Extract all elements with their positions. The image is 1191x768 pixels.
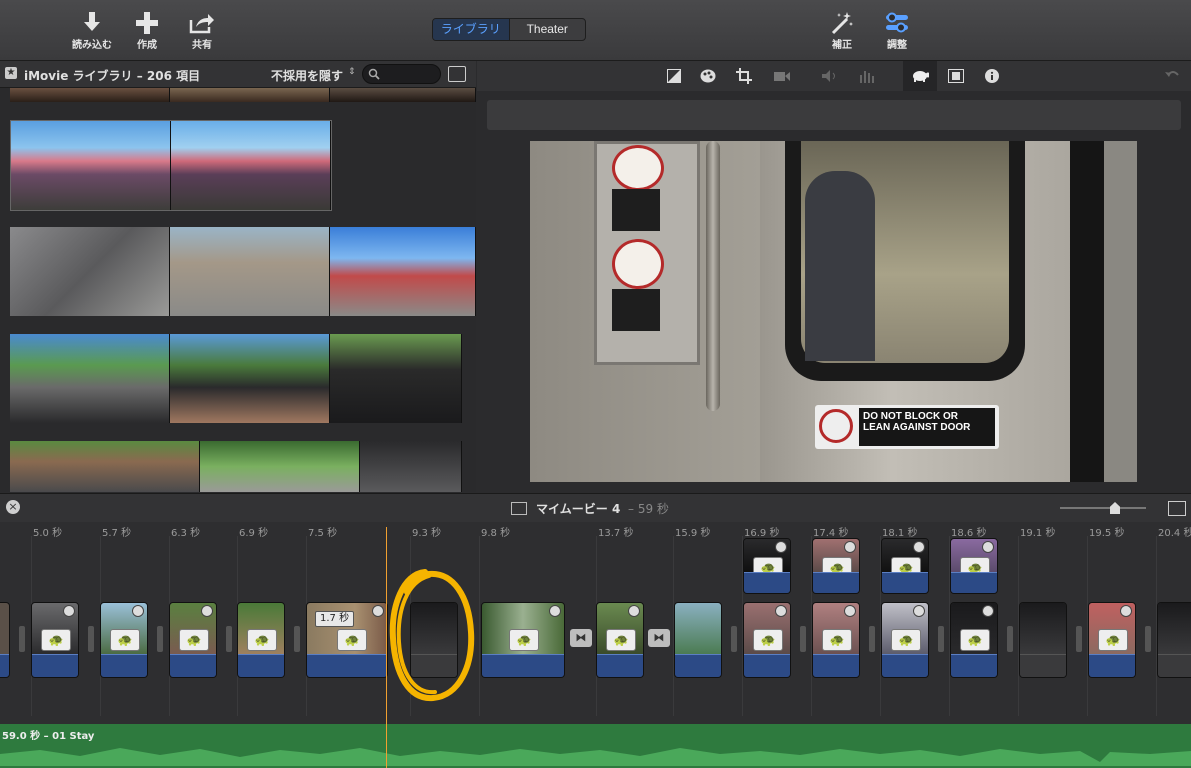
clip-strip[interactable]	[10, 334, 462, 423]
timeline-clip[interactable]	[674, 602, 722, 678]
audio-track[interactable]	[0, 724, 1191, 768]
video-preview[interactable]: DO NOT BLOCK OR LEAN AGAINST DOOR	[530, 141, 1137, 482]
timeline-clip[interactable]: 🐢	[743, 538, 791, 594]
timeline-clip[interactable]: 🐢	[481, 602, 565, 678]
turtle-speed-icon[interactable]	[911, 67, 929, 85]
time-tick: 18.1 秒	[882, 528, 918, 539]
timeline-clip[interactable]: 🐢	[743, 602, 791, 678]
adjust-label: 調整	[887, 40, 907, 51]
project-title: マイムービー 4	[536, 502, 621, 516]
sign-text-line2: LEAN AGAINST DOOR	[863, 422, 971, 433]
time-tick: 6.9 秒	[239, 528, 269, 539]
timeline-clip[interactable]	[1157, 602, 1191, 678]
search-input[interactable]	[362, 64, 441, 84]
stabilize-camera-icon[interactable]	[773, 67, 791, 85]
popup-arrows-icon: ⇕	[348, 67, 356, 77]
audio-waveform	[0, 748, 1191, 766]
timeline-clip[interactable]: 🐢	[596, 602, 644, 678]
timeline-clip[interactable]: 🐢	[169, 602, 217, 678]
timeline-clip-selected[interactable]: 1.7 秒 🐢	[306, 602, 388, 678]
plus-icon	[122, 10, 172, 36]
theater-tab[interactable]: Theater	[510, 19, 586, 40]
time-tick: 19.1 秒	[1020, 528, 1056, 539]
create-button[interactable]: 作成	[122, 10, 172, 51]
share-icon	[177, 10, 227, 36]
time-tick: 5.7 秒	[102, 528, 132, 539]
time-tick: 9.8 秒	[481, 528, 511, 539]
library-title: iMovie ライブラリ – 206 項目	[24, 69, 201, 83]
search-icon	[368, 68, 380, 80]
transition-icon[interactable]: ⧓	[648, 629, 670, 647]
clip-strip[interactable]	[10, 227, 476, 316]
zoom-slider-knob[interactable]	[1110, 502, 1120, 514]
top-toolbar: 読み込む 作成 共有 ライブラリ Theater 補正 調整	[0, 0, 1191, 61]
time-tick: 6.3 秒	[171, 528, 201, 539]
time-tick: 20.4 秒	[1158, 528, 1191, 539]
timeline-clip[interactable]: 🐢	[812, 602, 860, 678]
timeline-clip[interactable]: 🐢	[881, 538, 929, 594]
palette-icon[interactable]	[699, 67, 717, 85]
door-sign: DO NOT BLOCK OR LEAN AGAINST DOOR	[815, 405, 999, 449]
library-tab[interactable]: ライブラリ	[433, 19, 510, 40]
timeline-clip[interactable]: 🐢	[1088, 602, 1136, 678]
timeline-clip[interactable]: 🐢	[237, 602, 285, 678]
clip-strip[interactable]	[10, 120, 332, 211]
timeline-clip[interactable]: 🐢	[950, 602, 998, 678]
time-tick: 18.6 秒	[951, 528, 987, 539]
sign-text-line1: DO NOT BLOCK OR	[863, 411, 958, 422]
time-tick: 5.0 秒	[33, 528, 63, 539]
timeline-header: × マイムービー 4 – 59 秒	[0, 493, 1191, 523]
transition-icon[interactable]: ⧓	[570, 629, 592, 647]
enhance-label: 補正	[832, 40, 852, 51]
time-tick: 15.9 秒	[675, 528, 711, 539]
timeline-clip[interactable]: 🐢	[100, 602, 148, 678]
enhance-button[interactable]: 補正	[817, 10, 867, 51]
color-balance-icon[interactable]	[665, 67, 683, 85]
clip-filter-icon[interactable]	[947, 67, 965, 85]
timeline-clip[interactable]	[0, 602, 10, 678]
timeline-settings-icon[interactable]	[1168, 501, 1186, 516]
timeline-clip[interactable]: 🐢	[31, 602, 79, 678]
sliders-icon	[872, 10, 922, 36]
info-icon[interactable]	[983, 67, 1001, 85]
timeline-clip[interactable]: 🐢	[812, 538, 860, 594]
star-icon[interactable]: ★	[5, 67, 17, 79]
clip-duration-badge: 1.7 秒	[315, 611, 355, 627]
project-icon	[511, 502, 527, 515]
timeline-clip[interactable]: 🐢	[950, 538, 998, 594]
timeline-clip[interactable]: 🐢	[881, 602, 929, 678]
adjustment-panel	[487, 100, 1181, 130]
import-button[interactable]: 読み込む	[67, 10, 117, 51]
import-arrow-icon	[67, 10, 117, 36]
create-label: 作成	[137, 40, 157, 51]
hide-rejected-menu[interactable]: 不採用を隠す	[271, 67, 343, 84]
time-tick: 17.4 秒	[813, 528, 849, 539]
library-browser	[0, 88, 476, 492]
project-duration: – 59 秒	[628, 502, 669, 516]
time-tick: 16.9 秒	[744, 528, 780, 539]
highlight-annotation	[389, 569, 475, 702]
close-icon[interactable]: ×	[6, 500, 20, 514]
clip-strip[interactable]	[10, 441, 462, 492]
audio-label: 59.0 秒 – 01 Stay	[2, 731, 95, 742]
reset-undo-icon[interactable]	[1163, 67, 1181, 85]
clip-strip[interactable]	[10, 88, 476, 102]
equalizer-icon[interactable]	[859, 67, 877, 85]
zoom-slider[interactable]	[1060, 507, 1146, 509]
viewer-toolbar	[477, 61, 1191, 91]
timeline-clip[interactable]	[1019, 602, 1067, 678]
time-tick: 13.7 秒	[598, 528, 634, 539]
time-tick: 19.5 秒	[1089, 528, 1125, 539]
volume-icon[interactable]	[821, 67, 839, 85]
magic-wand-icon	[817, 10, 867, 36]
import-label: 読み込む	[72, 40, 112, 51]
share-button[interactable]: 共有	[177, 10, 227, 51]
adjust-button[interactable]: 調整	[872, 10, 922, 51]
time-tick: 7.5 秒	[308, 528, 338, 539]
share-label: 共有	[192, 40, 212, 51]
view-switcher: ライブラリ Theater	[432, 18, 586, 41]
crop-icon[interactable]	[735, 67, 753, 85]
filmstrip-settings-icon[interactable]	[448, 66, 466, 82]
time-tick: 9.3 秒	[412, 528, 442, 539]
